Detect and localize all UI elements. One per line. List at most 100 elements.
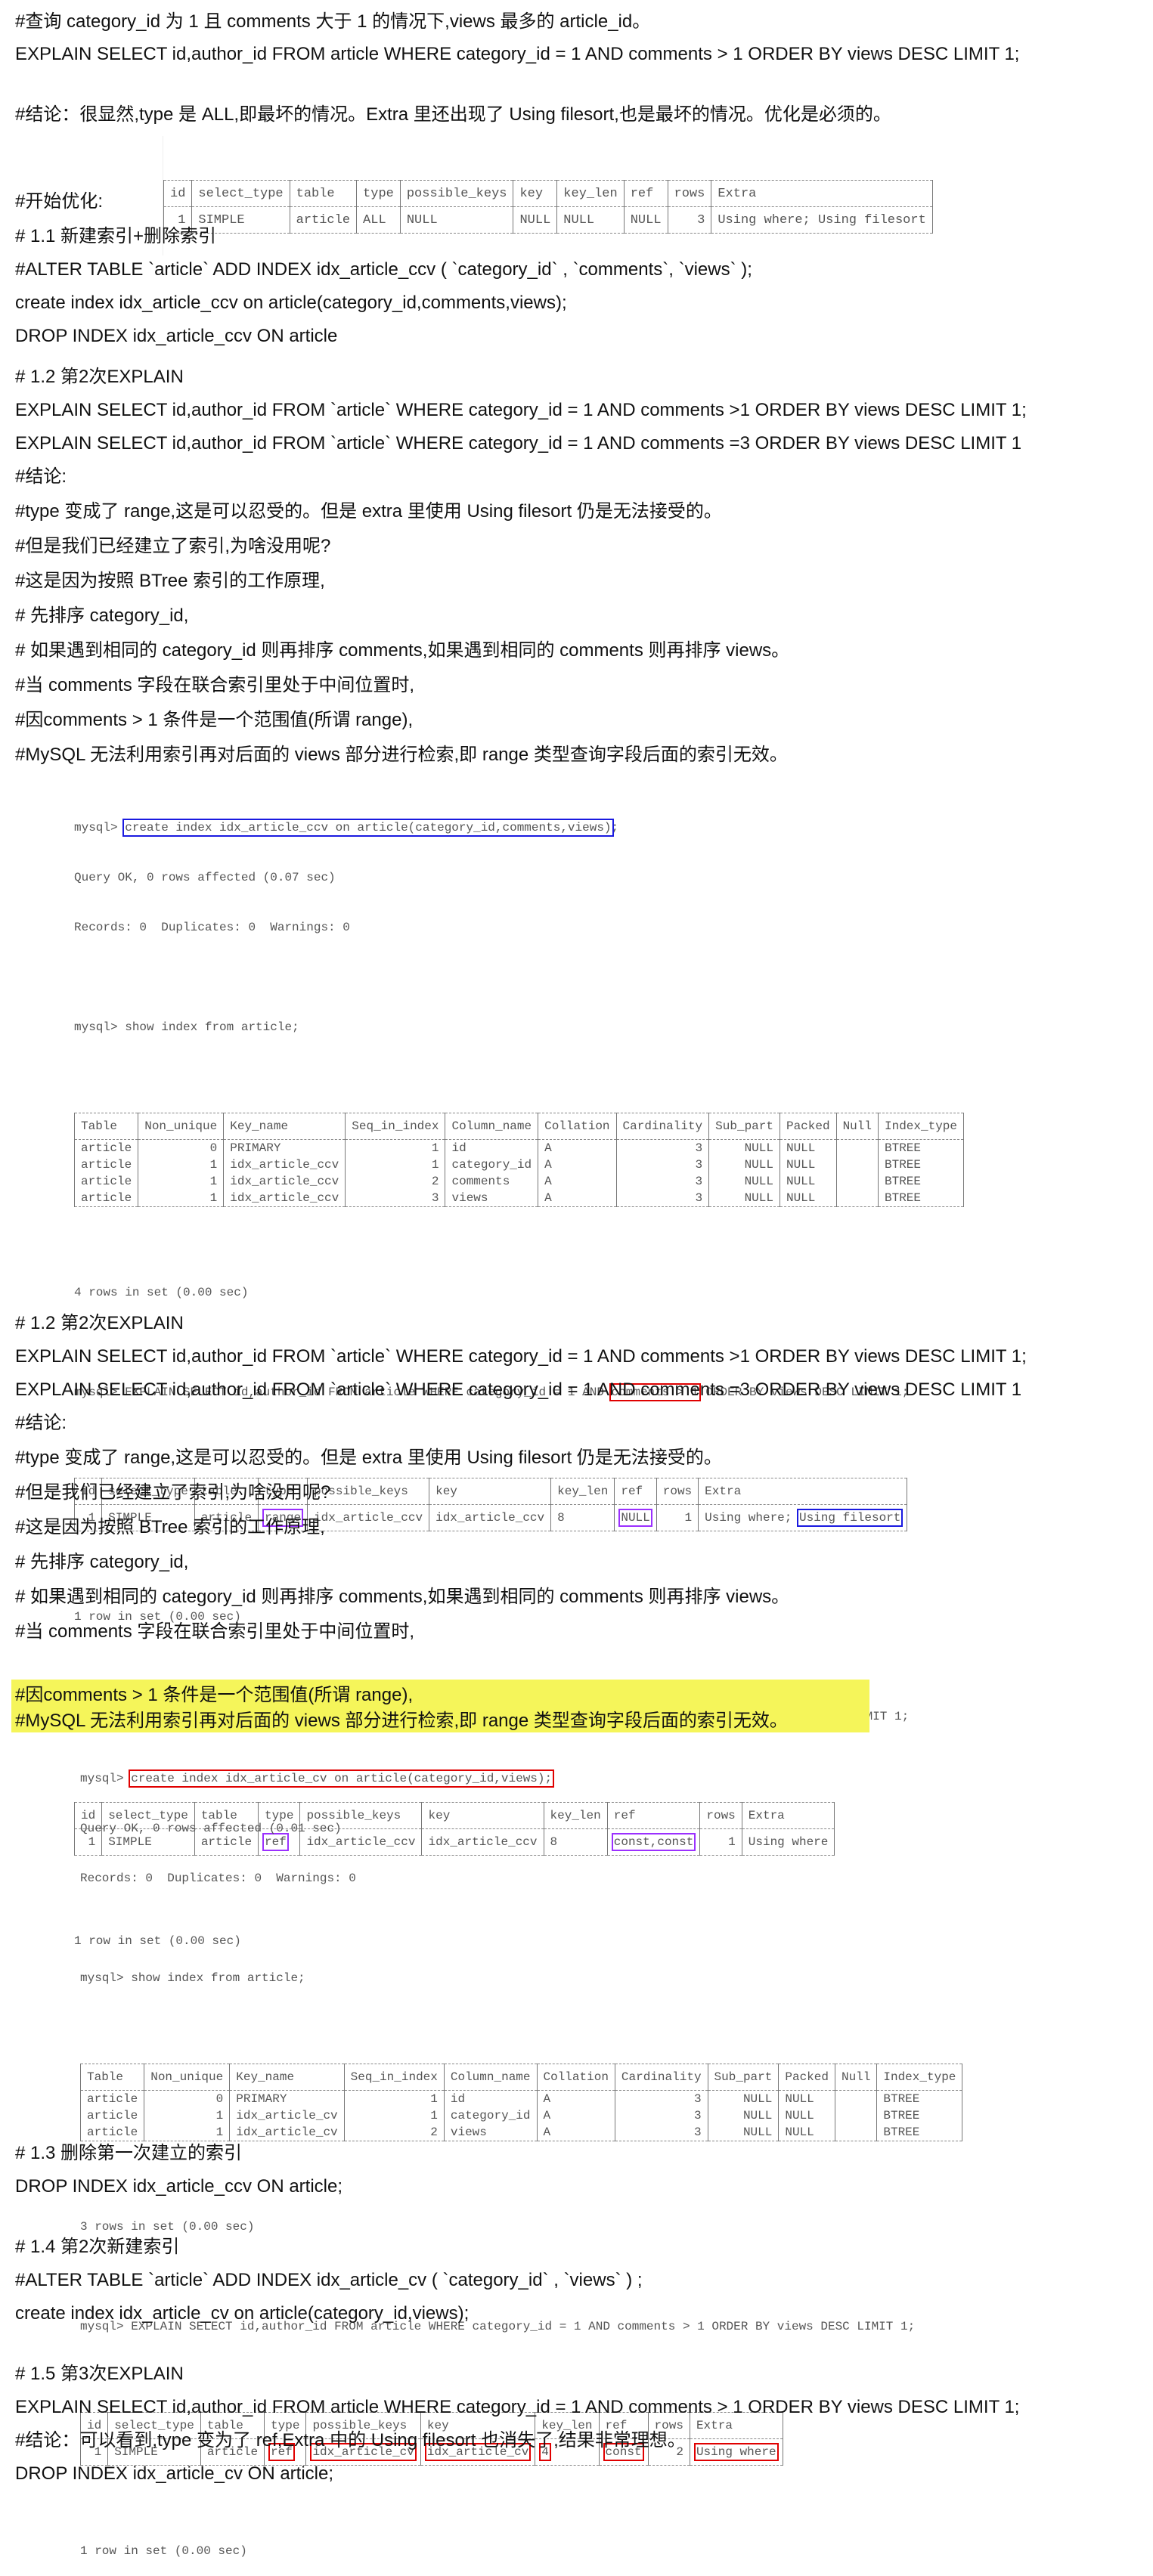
column-header: Seq_in_index <box>343 2064 445 2091</box>
note: #这是因为按照 BTree 索引的工作原理, <box>15 1517 325 1537</box>
extra-text: Using where; <box>705 1511 799 1525</box>
table-row: article 1 idx_article_cv 2 views A 3 NULL NULL BT… <box>79 2124 963 2141</box>
table-cell: BTREE <box>877 1173 965 1190</box>
note: #MySQL 无法利用索引再对后面的 views 部分进行检索,即 range … <box>15 745 788 765</box>
explain-gt: EXPLAIN SELECT id,author_id FROM `articl… <box>15 400 1027 420</box>
note: # 先排序 category_id, <box>15 605 189 626</box>
table-cell: NULL <box>707 2107 780 2124</box>
table-cell: NULL <box>623 206 668 234</box>
table-cell: NULL <box>707 2090 780 2107</box>
table-cell <box>835 1173 879 1190</box>
table-cell: NULL <box>708 1190 780 1207</box>
column-header: key <box>429 1478 552 1505</box>
query-ok: Query OK, 0 rows affected (0.01 sec) <box>80 1822 342 1835</box>
column-header: Collation <box>538 1113 617 1140</box>
table-cell: idx_article_ccv <box>223 1156 346 1173</box>
table-cell <box>834 2107 878 2124</box>
table-cell: 1 <box>345 1156 446 1173</box>
column-header: type <box>356 180 401 207</box>
column-header: Cardinality <box>614 2064 708 2091</box>
section-1-3-heading: # 1.3 删除第一次建立的索引 <box>15 2143 243 2163</box>
note: #当 comments 字段在联合索引里处于中间位置时, <box>15 675 415 695</box>
table-cell: A <box>538 1156 617 1173</box>
column-header: Extra <box>698 1478 908 1505</box>
column-header: Column_name <box>445 1113 539 1140</box>
table-cell: NULL <box>556 206 625 234</box>
explain-eq: EXPLAIN SELECT id,author_id FROM `articl… <box>15 433 1022 454</box>
table-cell: BTREE <box>877 1139 965 1156</box>
table-cell: 3 <box>614 2124 708 2141</box>
explain-final: EXPLAIN SELECT id,author_id FROM article… <box>15 2397 1020 2417</box>
table-cell: views <box>443 2124 538 2141</box>
explain-eq: EXPLAIN SELECT id,author_id FROM `articl… <box>15 1379 1022 1400</box>
highlighted-note: #因comments > 1 条件是一个范围值(所谓 range), <box>15 1685 414 1705</box>
table-row: article 1 idx_article_ccv 2 comments A 3 NULL NU… <box>73 1173 965 1190</box>
table-cell: NULL <box>707 2124 780 2141</box>
semicolon: ; <box>611 821 619 834</box>
column-header: Column_name <box>443 2064 538 2091</box>
table-cell: idx_article_cv <box>229 2107 345 2124</box>
mysql-prompt: mysql> <box>80 1971 132 1985</box>
table-cell: article <box>289 206 358 234</box>
highlighted-note: #MySQL 无法利用索引再对后面的 views 部分进行检索,即 range … <box>15 1711 788 1731</box>
table-cell: idx_article_ccv <box>429 1504 552 1531</box>
column-header: Packed <box>778 2064 835 2091</box>
create-index-ccv: create index idx_article_ccv on article(… <box>15 293 567 313</box>
table-cell: 0 <box>144 2090 231 2107</box>
create-index-cv: create index idx_article_cv on article(c… <box>15 2303 470 2324</box>
table-cell: idx_article_ccv <box>307 1504 430 1531</box>
explain-gt: EXPLAIN SELECT id,author_id FROM `articl… <box>15 1346 1027 1367</box>
table-cell: 1 <box>144 2124 231 2141</box>
note: # 如果遇到相同的 category_id 则再排序 comments,如果遇到… <box>15 1587 790 1607</box>
table-cell: A <box>536 2107 615 2124</box>
note: #但是我们已经建立了索引,为啥没用呢? <box>15 536 331 556</box>
table-cell: 8 <box>550 1504 615 1531</box>
mysql-prompt: mysql> <box>74 1020 126 1034</box>
table-cell: views <box>445 1190 539 1207</box>
column-header: Sub_part <box>707 2064 780 2091</box>
column-header: rows <box>656 1478 699 1505</box>
column-header: id <box>163 180 193 207</box>
table-cell: BTREE <box>877 1156 965 1173</box>
table-cell: article <box>79 2090 145 2107</box>
table-row: article 1 idx_article_cv 1 category_id A 3 NULL… <box>79 2107 963 2124</box>
conclusion-label: #结论: <box>15 1413 67 1433</box>
table-cell: NULL <box>513 206 558 234</box>
table-cell: comments <box>445 1173 539 1190</box>
table-cell: article <box>73 1173 139 1190</box>
table-cell: BTREE <box>876 2090 963 2107</box>
note: #type 变成了 range,这是可以忍受的。但是 extra 里使用 Usi… <box>15 501 722 522</box>
table-cell: id <box>443 2090 538 2107</box>
table-cell: ALL <box>356 206 401 234</box>
column-header: Key_name <box>229 2064 345 2091</box>
table-cell: idx_article_ccv <box>223 1190 346 1207</box>
table-cell: Using where; Using filesort <box>711 206 933 234</box>
table-cell: category_id <box>443 2107 538 2124</box>
note: #这是因为按照 BTree 索引的工作原理, <box>15 571 325 591</box>
column-header: Null <box>835 1113 879 1140</box>
table-row: 1 SIMPLE article ALL NULL NULL NULL NULL 3 Using … <box>163 206 933 234</box>
column-header: key_len <box>550 1478 615 1505</box>
section-1-2-heading-repeat: # 1.2 第2次EXPLAIN <box>15 1313 184 1333</box>
table-cell: Using where; Using filesort <box>698 1504 908 1531</box>
column-header: Sub_part <box>708 1113 780 1140</box>
create-index-command: create index idx_article_cv on article(c… <box>129 1769 555 1788</box>
drop-index-cv: DROP INDEX idx_article_cv ON article; <box>15 2463 334 2484</box>
column-header: ref <box>614 1478 657 1505</box>
note: #type 变成了 range,这是可以忍受的。但是 extra 里使用 Usi… <box>15 1447 722 1468</box>
table-cell <box>835 1156 879 1173</box>
table-cell: NULL <box>778 2107 835 2124</box>
table-cell: article <box>79 2107 145 2124</box>
table-cell: A <box>538 1173 617 1190</box>
table-cell: NULL <box>778 2124 835 2141</box>
table-cell: 3 <box>614 2090 708 2107</box>
column-header: Non_unique <box>144 2064 231 2091</box>
table-cell: 1 <box>138 1173 225 1190</box>
mysql-prompt: mysql> <box>80 1772 132 1785</box>
table-cell: 1 <box>144 2107 231 2124</box>
table-cell: NULL <box>708 1156 780 1173</box>
table-cell <box>834 2090 878 2107</box>
conclusion-text: #结论：很显然,type 是 ALL,即最坏的情况。Extra 里还出现了 Us… <box>15 104 891 125</box>
section-1-4-heading: # 1.4 第2次新建索引 <box>15 2237 180 2257</box>
column-header: Seq_in_index <box>345 1113 446 1140</box>
